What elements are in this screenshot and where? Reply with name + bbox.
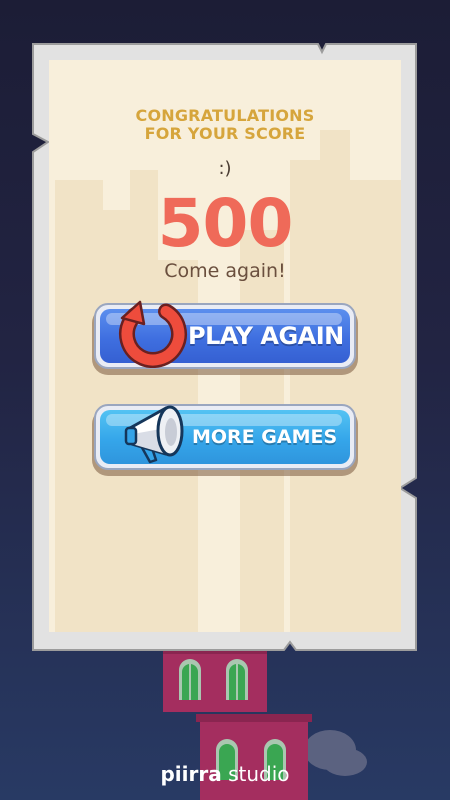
restart-icon: [119, 300, 187, 368]
congratulations-title: CONGRATULATIONS FOR YOUR SCORE: [0, 107, 450, 143]
score-value: 500: [157, 185, 294, 262]
megaphone-icon: [124, 405, 184, 464]
play-again-label: PLAY AGAIN: [188, 322, 344, 350]
studio-logo: piirra studio: [0, 762, 450, 786]
title-line-2: FOR YOUR SCORE: [144, 124, 306, 143]
more-games-label: MORE GAMES: [192, 426, 338, 448]
brand-name: piirra: [160, 762, 222, 786]
brand-suffix: studio: [228, 762, 290, 786]
smiley-text: :): [218, 158, 232, 179]
title-line-1: CONGRATULATIONS: [135, 106, 315, 125]
come-again-text: Come again!: [164, 260, 286, 282]
